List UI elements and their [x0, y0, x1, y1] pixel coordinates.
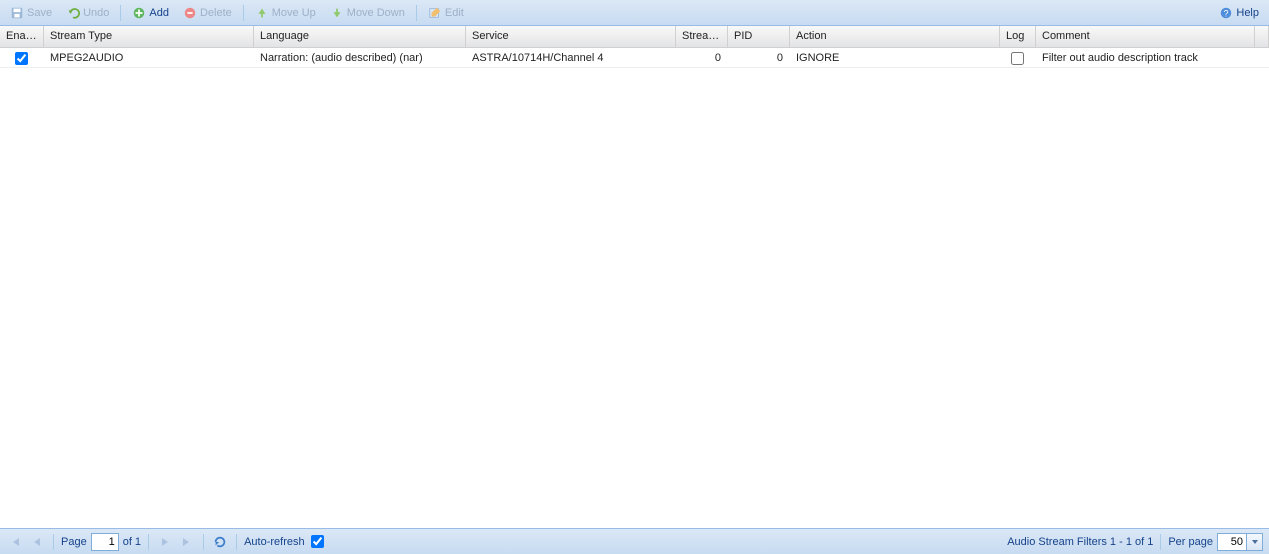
perpage-label: Per page [1168, 536, 1213, 548]
toolbar-separator [416, 5, 417, 21]
add-button[interactable]: Add [126, 3, 175, 23]
cell-stream: MPEG2AUDIO [44, 48, 254, 67]
toolbar-separator [120, 5, 121, 21]
col-header-sin[interactable]: Stream In... [676, 26, 728, 47]
delete-button[interactable]: Delete [177, 3, 238, 23]
perpage-combo[interactable] [1217, 533, 1263, 551]
edit-icon [428, 6, 442, 20]
perpage-input[interactable] [1217, 533, 1247, 551]
top-toolbar: Save Undo Add Delete Move Up Move Down [0, 0, 1269, 26]
save-button[interactable]: Save [4, 3, 58, 23]
cell-pid: 0 [728, 48, 790, 67]
page-input[interactable] [91, 533, 119, 551]
delete-icon [183, 6, 197, 20]
delete-label: Delete [200, 7, 232, 19]
prev-page-button[interactable] [28, 533, 46, 551]
cell-service: ASTRA/10714H/Channel 4 [466, 48, 676, 67]
cell-end [1255, 48, 1269, 67]
next-page-button[interactable] [156, 533, 174, 551]
edit-button[interactable]: Edit [422, 3, 470, 23]
arrow-up-icon [255, 6, 269, 20]
page-label: Page [61, 536, 87, 548]
movedown-label: Move Down [347, 7, 405, 19]
footer-separator [236, 534, 237, 550]
first-page-button[interactable] [6, 533, 24, 551]
footer-separator [53, 534, 54, 550]
cell-comment: Filter out audio description track [1036, 48, 1255, 67]
refresh-button[interactable] [211, 533, 229, 551]
enabled-checkbox[interactable] [15, 52, 28, 65]
save-label: Save [27, 7, 52, 19]
page-of-text: of 1 [123, 536, 141, 548]
undo-label: Undo [83, 7, 109, 19]
autorefresh-label: Auto-refresh [244, 536, 305, 548]
col-header-lang[interactable]: Language [254, 26, 466, 47]
save-icon [10, 6, 24, 20]
undo-button[interactable]: Undo [60, 3, 115, 23]
footer-separator [203, 534, 204, 550]
col-header-end [1255, 26, 1269, 47]
undo-icon [66, 6, 80, 20]
help-button[interactable]: ? Help [1213, 3, 1265, 23]
table-row[interactable]: MPEG2AUDIO Narration: (audio described) … [0, 48, 1269, 68]
add-icon [132, 6, 146, 20]
footer-separator [1160, 534, 1161, 550]
cell-action: IGNORE [790, 48, 1000, 67]
col-header-comment[interactable]: Comment [1036, 26, 1255, 47]
moveup-label: Move Up [272, 7, 316, 19]
grid-body: MPEG2AUDIO Narration: (audio described) … [0, 48, 1269, 528]
col-header-log[interactable]: Log [1000, 26, 1036, 47]
footer-separator [148, 534, 149, 550]
edit-label: Edit [445, 7, 464, 19]
moveup-button[interactable]: Move Up [249, 3, 322, 23]
add-label: Add [149, 7, 169, 19]
help-label: Help [1236, 7, 1259, 19]
autorefresh-checkbox[interactable] [311, 535, 324, 548]
svg-text:?: ? [1224, 8, 1229, 18]
last-page-button[interactable] [178, 533, 196, 551]
chevron-down-icon[interactable] [1247, 533, 1263, 551]
cell-lang: Narration: (audio described) (nar) [254, 48, 466, 67]
status-text: Audio Stream Filters 1 - 1 of 1 [1007, 536, 1153, 548]
paging-toolbar: Page of 1 Auto-refresh Audio Stream Filt… [0, 528, 1269, 554]
movedown-button[interactable]: Move Down [324, 3, 411, 23]
cell-enabled[interactable] [0, 48, 44, 67]
col-header-service[interactable]: Service [466, 26, 676, 47]
cell-log[interactable] [1000, 48, 1036, 67]
col-header-action[interactable]: Action [790, 26, 1000, 47]
arrow-down-icon [330, 6, 344, 20]
help-icon: ? [1219, 6, 1233, 20]
log-checkbox[interactable] [1011, 52, 1024, 65]
col-header-stream[interactable]: Stream Type [44, 26, 254, 47]
col-header-pid[interactable]: PID [728, 26, 790, 47]
toolbar-separator [243, 5, 244, 21]
col-header-enabled[interactable]: Enabled [0, 26, 44, 47]
cell-sin: 0 [676, 48, 728, 67]
grid-header: Enabled Stream Type Language Service Str… [0, 26, 1269, 48]
